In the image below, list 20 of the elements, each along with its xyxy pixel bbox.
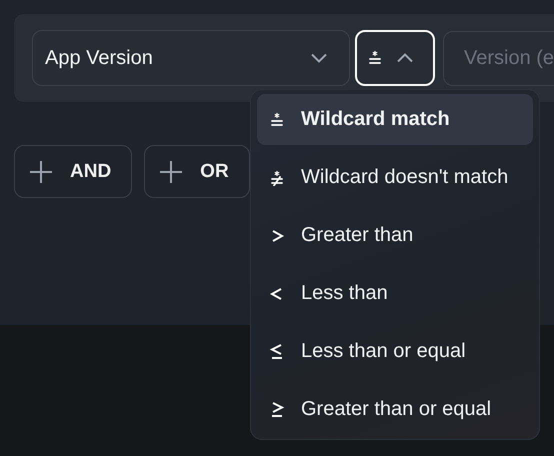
field-dropdown[interactable]: App Version	[32, 30, 350, 86]
menu-item[interactable]: Greater than or equal	[257, 384, 533, 435]
chevron-down-icon	[311, 53, 327, 63]
wildcard-equals-icon	[269, 112, 285, 128]
not-equal-star-icon	[269, 170, 285, 186]
less-equal-icon	[269, 344, 285, 360]
add-condition-button[interactable]: OR	[144, 145, 250, 198]
plus-icon	[160, 160, 182, 182]
menu-item[interactable]: Wildcard doesn't match	[257, 152, 533, 203]
version-input[interactable]: Version (e	[443, 30, 554, 86]
wildcard-equals-icon	[367, 50, 383, 66]
operator-dropdown[interactable]	[355, 30, 435, 86]
add-condition-button[interactable]: AND	[14, 145, 132, 198]
menu-item[interactable]: Less than or equal	[257, 326, 533, 377]
plus-icon	[30, 160, 52, 182]
menu-item[interactable]: Greater than	[257, 210, 533, 261]
menu-item[interactable]: Less than	[257, 268, 533, 319]
greater-equal-icon	[269, 402, 285, 418]
menu-item[interactable]: Wildcard match	[257, 94, 533, 145]
chevron-up-icon	[397, 53, 413, 63]
